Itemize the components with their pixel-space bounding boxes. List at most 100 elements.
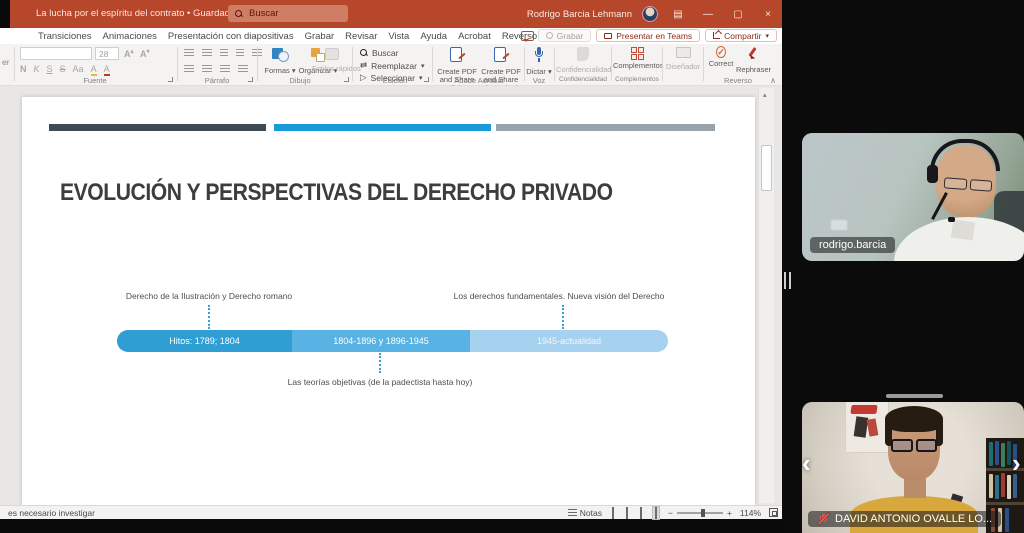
view-slide-sorter-button[interactable]	[624, 507, 630, 519]
timeline-segment-2[interactable]: 1804-1896 y 1896-1945	[292, 330, 470, 352]
bold-button[interactable]: N	[20, 64, 27, 74]
timeline-segment-1[interactable]: Hitos: 1789; 1804	[117, 330, 292, 352]
tab-revisar[interactable]: Revisar	[345, 31, 377, 42]
rephraser-pen-icon	[747, 47, 759, 61]
shrink-font-button[interactable]: A▾	[140, 48, 150, 59]
correct-button[interactable]: ✓ Correct	[706, 47, 736, 69]
zoom-track[interactable]	[677, 512, 723, 514]
font-color-button[interactable]: A	[104, 64, 110, 76]
scroll-up-icon[interactable]: ▴	[763, 91, 767, 99]
numbering-icon[interactable]	[202, 49, 212, 58]
timeline-connector-bottom	[379, 353, 381, 373]
titlebar-left-gap	[0, 0, 10, 28]
timeline-label-top-right[interactable]: Los derechos fundamentales. Nueva visión…	[454, 291, 665, 301]
chevron-right-icon[interactable]: ›	[1012, 450, 1021, 476]
restore-button[interactable]: ▢	[728, 9, 748, 20]
dictar-button[interactable]: Dictar ▾	[526, 47, 552, 76]
tab-transiciones[interactable]: Transiciones	[38, 31, 92, 42]
tab-grabar[interactable]: Grabar	[305, 31, 335, 42]
status-bar: es necesario investigar Notas − + 114%	[0, 505, 782, 519]
formas-button[interactable]: Formas ▾	[262, 48, 298, 75]
grabar-button[interactable]: Grabar	[538, 29, 591, 42]
tab-acrobat[interactable]: Acrobat	[458, 31, 491, 42]
zoom-thumb[interactable]	[701, 509, 705, 517]
close-button[interactable]: ×	[758, 9, 778, 20]
strikethrough-button[interactable]: S	[60, 64, 66, 74]
underline-button[interactable]: S	[47, 64, 53, 74]
shirt-collar	[951, 220, 975, 241]
video-tile-david[interactable]: DAVID ANTONIO OVALLE LO...	[802, 402, 1024, 533]
disenador-button[interactable]: Diseñador	[664, 47, 702, 71]
complementos-button[interactable]: Complementos	[613, 47, 661, 71]
highlight-color-button[interactable]: A	[91, 64, 97, 76]
vertical-scrollbar[interactable]: ▴	[758, 88, 774, 503]
ribbon-display-options-icon[interactable]: ▤	[668, 9, 688, 20]
view-reading-button[interactable]	[638, 507, 644, 519]
grow-font-button[interactable]: A▴	[124, 48, 134, 59]
confidencialidad-button[interactable]: Confidencialidad	[556, 47, 610, 74]
tab-vista[interactable]: Vista	[388, 31, 409, 42]
comments-icon[interactable]	[521, 31, 533, 41]
minimize-button[interactable]: —	[698, 9, 718, 20]
group-label-dibujo: Dibujo	[250, 76, 350, 85]
hair-side-right	[936, 422, 943, 446]
screen: La lucha por el espíritu del contrato • …	[0, 0, 1024, 533]
video-tile-rodrigo[interactable]: rodrigo.barcia	[802, 133, 1024, 261]
justify-icon[interactable]	[238, 65, 248, 74]
increase-indent-icon[interactable]	[236, 49, 244, 58]
bullets-icon[interactable]	[184, 49, 194, 58]
zoom-out-icon[interactable]: −	[668, 508, 673, 518]
video-call-panel: rodrigo.barcia	[782, 0, 1024, 533]
headset-mic-tip	[948, 217, 955, 222]
panel-drag-handle[interactable]	[886, 394, 943, 398]
reemplazar-button[interactable]: ⇄ Reemplazar ▾	[360, 60, 424, 71]
document-title: La lucha por el espíritu del contrato • …	[36, 8, 247, 19]
font-name-combo[interactable]	[20, 47, 92, 60]
microphone-muted-icon	[817, 513, 829, 525]
font-size-combo[interactable]: 28	[95, 47, 119, 60]
find-icon	[360, 49, 368, 57]
tab-ayuda[interactable]: Ayuda	[420, 31, 447, 42]
rephraser-button[interactable]: Rephraser	[736, 47, 770, 74]
collapse-ribbon-icon[interactable]: ∧	[770, 76, 776, 85]
slide-title[interactable]: EVOLUCIÓN Y PERSPECTIVAS DEL DERECHO PRI…	[60, 179, 613, 207]
timeline-segment-3[interactable]: 1945-actualidad	[470, 330, 668, 352]
slide[interactable]: EVOLUCIÓN Y PERSPECTIVAS DEL DERECHO PRI…	[22, 97, 755, 505]
change-case-button[interactable]: Aa	[73, 64, 84, 74]
search-input[interactable]: Buscar	[228, 5, 348, 22]
presentar-en-teams-button[interactable]: Presentar en Teams	[596, 29, 700, 42]
fit-slide-icon[interactable]	[769, 508, 778, 517]
align-center-icon[interactable]	[202, 65, 212, 74]
compartir-button[interactable]: Compartir ▾	[705, 29, 777, 42]
scrollbar-thumb[interactable]	[761, 145, 772, 191]
clipboard-cutoff-label: er	[2, 57, 10, 67]
timeline-label-bottom[interactable]: Las teorías objetivas (de la padectista …	[288, 377, 473, 387]
search-placeholder: Buscar	[249, 8, 279, 19]
notas-button[interactable]: Notas	[568, 508, 602, 518]
accent-bar-blue	[274, 124, 491, 131]
notes-icon	[568, 509, 577, 517]
avatar[interactable]	[642, 6, 658, 22]
view-normal-button[interactable]	[610, 507, 616, 519]
align-left-icon[interactable]	[184, 65, 194, 74]
decrease-indent-icon[interactable]	[220, 49, 228, 58]
search-icon	[235, 10, 243, 18]
replace-icon: ⇄	[360, 60, 367, 71]
timeline-label-top-left[interactable]: Derecho de la Ilustración y Derecho roma…	[126, 291, 292, 301]
buscar-button[interactable]: Buscar	[360, 48, 398, 58]
slide-canvas: EVOLUCIÓN Y PERSPECTIVAS DEL DERECHO PRI…	[0, 86, 782, 505]
zoom-percent[interactable]: 114%	[740, 508, 761, 518]
zoom-in-icon[interactable]: +	[727, 508, 732, 518]
view-slideshow-button[interactable]	[652, 506, 660, 520]
timeline-bar[interactable]: Hitos: 1789; 1804 1804-1896 y 1896-1945 …	[117, 330, 668, 352]
align-right-icon[interactable]	[220, 65, 230, 74]
tab-animaciones[interactable]: Animaciones	[103, 31, 157, 42]
italic-button[interactable]: K	[34, 64, 40, 74]
estilos-rapidos-button[interactable]: Estilos rápidos	[312, 48, 352, 73]
record-icon	[546, 32, 553, 39]
zoom-slider[interactable]: − +	[668, 508, 732, 518]
chevron-left-icon[interactable]: ‹	[802, 450, 811, 476]
accent-bar-gray	[496, 124, 715, 131]
tab-presentacion[interactable]: Presentación con diapositivas	[168, 31, 294, 42]
wall-light-switch	[830, 219, 848, 231]
